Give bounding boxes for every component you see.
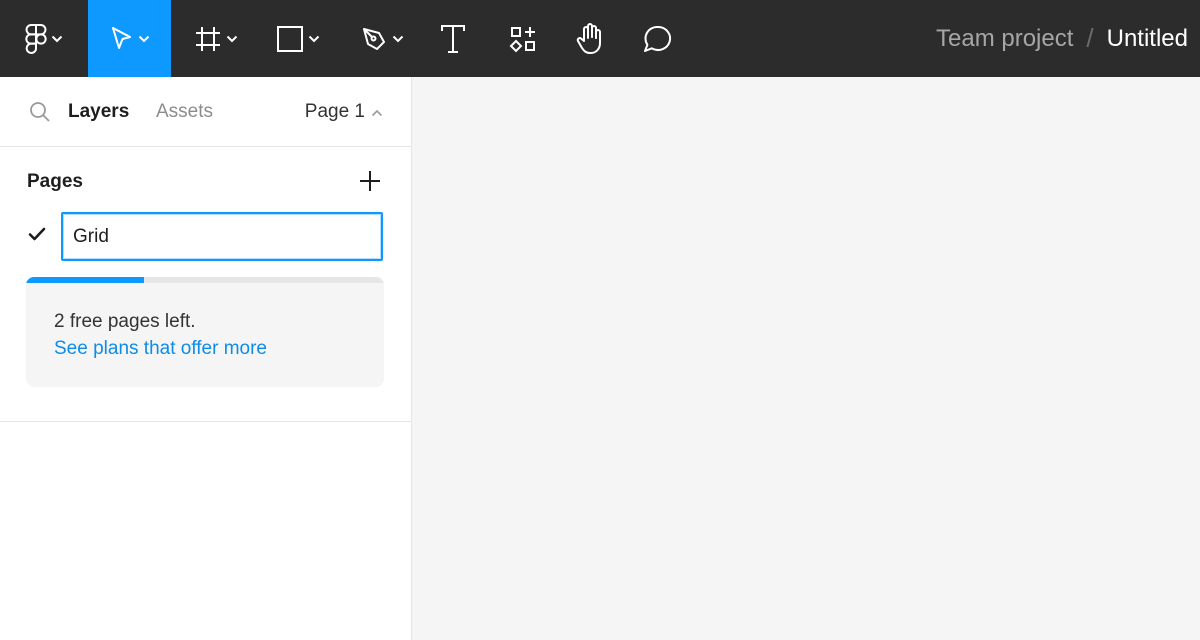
chevron-down-icon xyxy=(226,35,238,43)
main-menu-button[interactable] xyxy=(0,0,88,77)
hand-icon xyxy=(575,22,605,55)
top-toolbar: Team project / Untitled xyxy=(0,0,1200,77)
see-plans-link[interactable]: See plans that offer more xyxy=(54,336,267,362)
page-usage-progress-fill xyxy=(26,277,145,283)
panel-tab-bar: Layers Assets Page 1 xyxy=(0,77,411,147)
comment-bubble-icon xyxy=(642,24,674,54)
frame-tool-button[interactable] xyxy=(180,0,252,77)
text-tool-button[interactable] xyxy=(428,0,478,77)
file-name[interactable]: Untitled xyxy=(1107,25,1188,53)
tab-layers[interactable]: Layers xyxy=(68,101,129,123)
cursor-arrow-icon xyxy=(110,26,134,52)
pages-heading: Pages xyxy=(27,171,83,192)
page-limit-card: 2 free pages left. See plans that offer … xyxy=(26,277,384,387)
design-canvas[interactable] xyxy=(413,77,1200,640)
pages-section: Pages 2 free pages left. See plans that … xyxy=(0,147,411,422)
resources-tool-button[interactable] xyxy=(498,0,548,77)
file-breadcrumb: Team project / Untitled xyxy=(936,0,1188,77)
add-page-button[interactable] xyxy=(356,167,384,195)
free-pages-left-text: 2 free pages left. xyxy=(54,311,196,332)
chevron-down-icon xyxy=(308,35,320,43)
shape-tool-button[interactable] xyxy=(262,0,334,77)
breadcrumb-separator: / xyxy=(1086,23,1094,53)
left-sidebar: Layers Assets Page 1 Pages 2 free pages … xyxy=(0,77,412,640)
page-selector[interactable]: Page 1 xyxy=(305,101,383,123)
search-icon[interactable] xyxy=(29,101,51,128)
checkmark-icon xyxy=(28,227,46,246)
text-t-icon xyxy=(440,24,466,54)
tab-assets[interactable]: Assets xyxy=(156,101,213,123)
hand-tool-button[interactable] xyxy=(564,0,616,77)
project-name[interactable]: Team project xyxy=(936,25,1073,53)
pen-tool-button[interactable] xyxy=(346,0,418,77)
page-name-input[interactable] xyxy=(61,212,383,261)
page-usage-progress-bar xyxy=(26,277,384,283)
chevron-down-icon xyxy=(392,35,404,43)
resources-icon xyxy=(509,25,537,53)
move-tool-button[interactable] xyxy=(88,0,171,77)
chevron-down-icon xyxy=(138,35,150,43)
frame-hash-icon xyxy=(194,25,222,53)
page-selector-label: Page 1 xyxy=(304,101,365,122)
figma-logo-icon xyxy=(25,23,47,54)
comment-tool-button[interactable] xyxy=(632,0,684,77)
pen-nib-icon xyxy=(360,25,388,53)
chevron-down-icon xyxy=(51,35,63,43)
chevron-up-icon xyxy=(365,101,383,123)
rectangle-icon xyxy=(276,25,304,53)
